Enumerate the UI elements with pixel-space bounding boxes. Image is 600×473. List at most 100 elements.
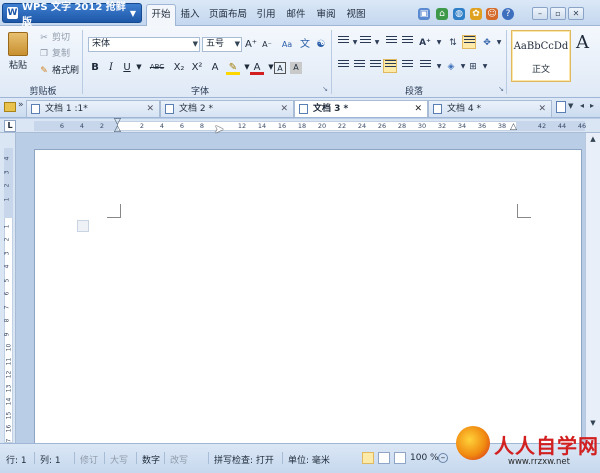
tab-insert[interactable]: 插入	[178, 5, 202, 26]
distributed-button[interactable]	[400, 60, 414, 74]
globe-icon[interactable]: ◍	[453, 8, 465, 20]
folder-icon[interactable]	[4, 102, 16, 112]
bold-button[interactable]: B	[88, 60, 102, 75]
close-tab-icon[interactable]: ✕	[146, 101, 154, 117]
phonetic-guide-button[interactable]: 文	[298, 37, 312, 52]
vertical-ruler-tick-label: 6	[3, 291, 11, 296]
outline-view-icon[interactable]	[394, 452, 406, 464]
tab-references[interactable]: 引用	[254, 5, 278, 26]
doc-tab-1[interactable]: 文档 1 :1* ✕	[26, 100, 160, 117]
horizontal-ruler[interactable]: L 6 4 2 2 4 6 8 12 14 16 18 20 22 24 26 28 30 32 34 36 38 42 4…	[0, 118, 600, 134]
char-shading-button[interactable]: A	[290, 62, 302, 74]
char-border-button[interactable]: A	[274, 62, 286, 74]
status-overwrite[interactable]: 改写	[170, 453, 188, 466]
font-size-combo[interactable]: 五号 ▼	[202, 37, 242, 52]
doc-tab-3[interactable]: 文档 3 * ✕	[294, 100, 428, 117]
web-view-icon[interactable]	[378, 452, 390, 464]
scroll-up-icon[interactable]: ▲	[588, 135, 598, 145]
status-spellcheck[interactable]: 拼写检查: 打开	[214, 453, 274, 466]
justify-icon	[384, 60, 396, 69]
numbered-list-icon	[359, 36, 371, 45]
tab-review[interactable]: 审阅	[314, 5, 338, 26]
new-document-icon[interactable]	[556, 101, 566, 113]
line-spacing-button[interactable]	[418, 60, 432, 74]
font-dialog-launcher-icon[interactable]: ↘	[318, 82, 332, 97]
text-direction-icon[interactable]: A⁺	[418, 36, 432, 50]
close-window-button[interactable]: ✕	[568, 7, 584, 20]
vertical-ruler-tick-label: 4	[3, 156, 11, 161]
settings-icon[interactable]: ✿	[470, 8, 482, 20]
skin-icon[interactable]: ▣	[418, 8, 430, 20]
user-icon[interactable]: ☺	[486, 8, 498, 20]
align-center-button[interactable]	[352, 60, 366, 74]
app-menu-button[interactable]: W WPS 文字 2012 抢鲜版 ▼	[2, 2, 142, 28]
tab-mailings[interactable]: 邮件	[284, 5, 308, 26]
align-right-button[interactable]	[368, 60, 382, 74]
decrease-indent-button[interactable]	[384, 36, 398, 50]
justify-button[interactable]	[383, 59, 397, 73]
char-border-icon[interactable]: ☯	[314, 37, 328, 52]
tabs-expand-icon[interactable]: »	[18, 100, 24, 110]
italic-button[interactable]: I	[104, 60, 118, 75]
chevron-down-icon[interactable]: ▼	[370, 36, 384, 50]
align-center-icon	[353, 60, 365, 69]
right-indent-marker[interactable]: △	[510, 123, 517, 132]
superscript-button[interactable]: X²	[190, 60, 204, 75]
paste-button[interactable]: 粘贴	[6, 30, 30, 76]
tab-stop-selector[interactable]: L	[4, 120, 16, 132]
status-unit[interactable]: 单位: 毫米	[288, 453, 330, 466]
ruler-tick-label: 4	[159, 122, 165, 130]
ruler-right-margin	[516, 121, 585, 131]
style-normal[interactable]: AaBbCcDd 正文	[511, 30, 571, 82]
format-painter-button[interactable]: ✎ 格式刷	[38, 63, 79, 79]
close-tab-icon[interactable]: ✕	[280, 101, 288, 117]
highlight-icon[interactable]: ✎	[226, 60, 240, 75]
chevron-down-icon[interactable]: ▼	[568, 102, 573, 110]
cut-button[interactable]: ✂ 剪切	[38, 30, 70, 46]
first-line-indent-marker[interactable]: ▽ △	[114, 118, 121, 134]
app-title: WPS 文字 2012 抢鲜版	[21, 2, 126, 28]
show-marks-button[interactable]	[462, 35, 476, 49]
align-left-button[interactable]	[336, 60, 350, 74]
tabs-scroll-right-icon[interactable]: ▸	[590, 101, 594, 110]
tab-page-layout[interactable]: 页面布局	[206, 5, 250, 26]
vertical-scrollbar[interactable]: ▲ ▼	[585, 133, 600, 443]
tabs-scroll-left-icon[interactable]: ◂	[580, 101, 584, 110]
ruler-tick-label: 28	[397, 122, 407, 130]
clear-format-button[interactable]: Aa	[280, 37, 294, 52]
status-revision[interactable]: 修订	[80, 453, 98, 466]
restore-button[interactable]: ▫	[550, 7, 566, 20]
style-heading-preview[interactable]: A	[576, 32, 589, 53]
grow-font-button[interactable]: A⁺	[244, 37, 258, 52]
doc-tab-2[interactable]: 文档 2 * ✕	[160, 100, 294, 117]
tab-view[interactable]: 视图	[344, 5, 368, 26]
font-color-button[interactable]: A	[250, 60, 264, 75]
zoom-level[interactable]: 100 %	[410, 453, 439, 463]
strikethrough-button[interactable]: ABC	[146, 60, 168, 75]
vertical-ruler[interactable]: 4 3 2 1 1 2 3 4 5 6 7 8 9 10 11 12 13 14 15 16 17	[0, 133, 16, 446]
sort-icon[interactable]: ⇅	[446, 36, 460, 50]
help-icon[interactable]: ?	[502, 8, 514, 20]
minimize-button[interactable]: –	[532, 7, 548, 20]
page-view-icon[interactable]	[362, 452, 374, 464]
zoom-out-icon[interactable]: –	[438, 453, 448, 463]
ruler-tick-label: 2	[139, 122, 145, 130]
copy-button[interactable]: ❐ 复制	[38, 46, 70, 62]
chevron-down-icon[interactable]: ▼	[492, 36, 506, 50]
home-icon[interactable]: ⌂	[436, 8, 448, 20]
chevron-down-icon[interactable]: ▼	[478, 60, 492, 74]
doc-tab-4[interactable]: 文档 4 * ✕	[428, 100, 552, 117]
chevron-down-icon[interactable]: ▼	[432, 36, 446, 50]
underline-dropdown-icon[interactable]: ▼	[132, 60, 146, 75]
tab-home[interactable]: 开始	[146, 4, 176, 27]
close-tab-icon[interactable]: ✕	[414, 101, 422, 117]
text-effects-icon[interactable]: A	[208, 60, 222, 75]
close-tab-icon[interactable]: ✕	[538, 101, 546, 117]
document-page[interactable]	[34, 149, 582, 443]
shrink-font-button[interactable]: A⁻	[260, 37, 274, 52]
status-column: 列: 1	[40, 456, 61, 466]
increase-indent-button[interactable]	[400, 36, 414, 50]
subscript-button[interactable]: X₂	[172, 60, 186, 75]
document-canvas[interactable]	[17, 133, 585, 443]
font-name-combo[interactable]: 宋体 ▼	[88, 37, 200, 52]
